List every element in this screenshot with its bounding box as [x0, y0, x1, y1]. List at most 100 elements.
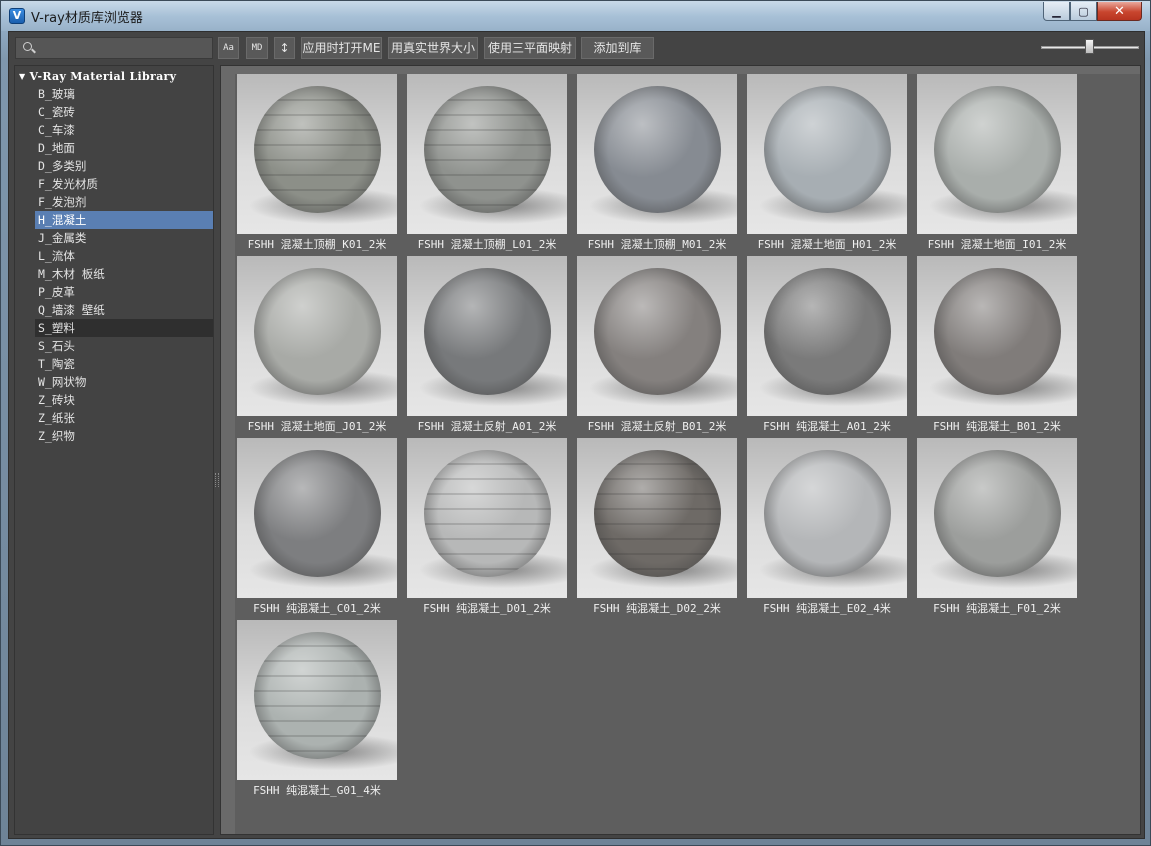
- window-controls: ▁ ▢ ✕: [1043, 2, 1142, 21]
- search-input[interactable]: [40, 40, 208, 56]
- search-box[interactable]: [15, 37, 213, 59]
- material-tile[interactable]: FSHH 纯混凝土_E02_4米: [747, 438, 907, 616]
- material-thumbnail[interactable]: [747, 438, 907, 598]
- material-thumbnail[interactable]: [917, 438, 1077, 598]
- material-tile[interactable]: FSHH 纯混凝土_D01_2米: [407, 438, 567, 616]
- close-button[interactable]: ✕: [1097, 2, 1142, 21]
- material-preview-sphere: [764, 268, 891, 395]
- tree-root[interactable]: ▼ V-Ray Material Library: [19, 70, 176, 83]
- material-preview-sphere: [424, 86, 551, 213]
- material-thumbnail[interactable]: [407, 438, 567, 598]
- add-to-library-button[interactable]: 添加到库: [581, 37, 654, 59]
- vray-logo-icon: V: [9, 8, 25, 24]
- minimize-button[interactable]: ▁: [1043, 2, 1070, 21]
- material-tile[interactable]: FSHH 混凝土地面_I01_2米: [917, 74, 1077, 252]
- tree-item[interactable]: L_流体: [35, 247, 213, 265]
- title-bar[interactable]: V V-ray材质库浏览器 ▁ ▢ ✕: [1, 1, 1150, 31]
- material-thumbnail[interactable]: [237, 74, 397, 234]
- material-name: FSHH 纯混凝土_D02_2米: [593, 602, 721, 615]
- material-name: FSHH 纯混凝土_G01_4米: [253, 784, 381, 797]
- material-thumbnail[interactable]: [917, 74, 1077, 234]
- tree-item[interactable]: T_陶瓷: [35, 355, 213, 373]
- material-preview-sphere: [424, 450, 551, 577]
- material-preview-sphere: [254, 268, 381, 395]
- material-tile[interactable]: FSHH 纯混凝土_B01_2米: [917, 256, 1077, 434]
- tree-item[interactable]: D_地面: [35, 139, 213, 157]
- material-thumbnail[interactable]: [237, 256, 397, 416]
- grid-header-strip: [221, 66, 1140, 74]
- tree-item[interactable]: Z_纸张: [35, 409, 213, 427]
- tree-list: B_玻璃 C_瓷砖 C_车漆 D_地面 D_多类别 F_发光材质 F_发泡剂 H_混凝土 J_金…: [35, 85, 213, 445]
- material-name: FSHH 纯混凝土_D01_2米: [423, 602, 551, 615]
- sphere-seam-lines: [424, 86, 551, 213]
- material-preview-sphere: [764, 450, 891, 577]
- open-me-on-apply-button[interactable]: 应用时打开ME: [301, 37, 382, 59]
- material-thumbnail[interactable]: [747, 74, 907, 234]
- material-preview-sphere: [424, 268, 551, 395]
- tree-item[interactable]: D_多类别: [35, 157, 213, 175]
- material-tile[interactable]: FSHH 混凝土地面_J01_2米: [237, 256, 397, 434]
- grid-left-strip: [221, 66, 235, 834]
- triplanar-mapping-button[interactable]: 使用三平面映射: [484, 37, 576, 59]
- material-thumbnail[interactable]: [577, 74, 737, 234]
- material-thumbnail[interactable]: [237, 438, 397, 598]
- material-tile[interactable]: FSHH 混凝土顶棚_M01_2米: [577, 74, 737, 252]
- material-name: FSHH 混凝土地面_J01_2米: [247, 420, 387, 433]
- material-tile[interactable]: FSHH 混凝土顶棚_K01_2米: [237, 74, 397, 252]
- font-toggle-button[interactable]: Aa: [218, 37, 239, 59]
- material-name: FSHH 混凝土反射_B01_2米: [587, 420, 727, 433]
- main-window: V V-ray材质库浏览器 ▁ ▢ ✕ Aa MD ↕ 应用时打开ME 用真实世…: [0, 0, 1151, 846]
- md-toggle-button[interactable]: MD: [246, 37, 268, 59]
- tree-item[interactable]: Z_织物: [35, 427, 213, 445]
- material-thumbnail[interactable]: [577, 256, 737, 416]
- tree-item[interactable]: F_发泡剂: [35, 193, 213, 211]
- material-tile[interactable]: FSHH 纯混凝土_G01_4米: [237, 620, 397, 798]
- window-title: V-ray材质库浏览器: [31, 11, 143, 26]
- material-name: FSHH 纯混凝土_E02_4米: [763, 602, 891, 615]
- tree-item[interactable]: S_石头: [35, 337, 213, 355]
- material-name: FSHH 纯混凝土_B01_2米: [933, 420, 1061, 433]
- material-thumbnail[interactable]: [917, 256, 1077, 416]
- material-tile[interactable]: FSHH 纯混凝土_D02_2米: [577, 438, 737, 616]
- material-tile[interactable]: FSHH 混凝土地面_H01_2米: [747, 74, 907, 252]
- sort-button[interactable]: ↕: [274, 37, 295, 59]
- material-tile[interactable]: FSHH 混凝土顶棚_L01_2米: [407, 74, 567, 252]
- material-thumbnail[interactable]: [747, 256, 907, 416]
- material-preview-sphere: [934, 450, 1061, 577]
- material-preview-sphere: [254, 450, 381, 577]
- expand-arrow-icon[interactable]: ▼: [19, 71, 25, 81]
- tree-item[interactable]: J_金属类: [35, 229, 213, 247]
- tree-item[interactable]: P_皮革: [35, 283, 213, 301]
- tree-item[interactable]: C_车漆: [35, 121, 213, 139]
- thumbnail-size-slider-handle[interactable]: [1085, 39, 1094, 54]
- material-name: FSHH 混凝土顶棚_M01_2米: [587, 238, 727, 251]
- material-tile[interactable]: FSHH 混凝土反射_B01_2米: [577, 256, 737, 434]
- material-tile[interactable]: FSHH 纯混凝土_F01_2米: [917, 438, 1077, 616]
- material-preview-sphere: [594, 450, 721, 577]
- maximize-button[interactable]: ▢: [1070, 2, 1097, 21]
- client-area: Aa MD ↕ 应用时打开ME 用真实世界大小 使用三平面映射 添加到库 ▼ V-…: [8, 31, 1145, 839]
- tree-item[interactable]: F_发光材质: [35, 175, 213, 193]
- material-tile[interactable]: FSHH 混凝土反射_A01_2米: [407, 256, 567, 434]
- material-name: FSHH 混凝土地面_H01_2米: [757, 238, 897, 251]
- tree-item[interactable]: H_混凝土: [35, 211, 213, 229]
- material-tile[interactable]: FSHH 纯混凝土_A01_2米: [747, 256, 907, 434]
- tree-item[interactable]: Q_墙漆 壁纸: [35, 301, 213, 319]
- tree-item[interactable]: C_瓷砖: [35, 103, 213, 121]
- material-thumbnail[interactable]: [407, 256, 567, 416]
- material-thumbnail[interactable]: [577, 438, 737, 598]
- tree-item[interactable]: M_木材 板纸: [35, 265, 213, 283]
- material-tile[interactable]: FSHH 纯混凝土_C01_2米: [237, 438, 397, 616]
- material-name: FSHH 混凝土地面_I01_2米: [927, 238, 1067, 251]
- tree-item[interactable]: W_网状物: [35, 373, 213, 391]
- material-name: FSHH 混凝土反射_A01_2米: [417, 420, 557, 433]
- real-world-size-button[interactable]: 用真实世界大小: [388, 37, 478, 59]
- sphere-seam-lines: [594, 450, 721, 577]
- tree-item[interactable]: B_玻璃: [35, 85, 213, 103]
- material-thumbnail[interactable]: [407, 74, 567, 234]
- material-thumbnail[interactable]: [237, 620, 397, 780]
- material-preview-sphere: [254, 86, 381, 213]
- tree-item[interactable]: S_塑料: [35, 319, 213, 337]
- tree-root-label: V-Ray Material Library: [29, 70, 177, 83]
- tree-item[interactable]: Z_砖块: [35, 391, 213, 409]
